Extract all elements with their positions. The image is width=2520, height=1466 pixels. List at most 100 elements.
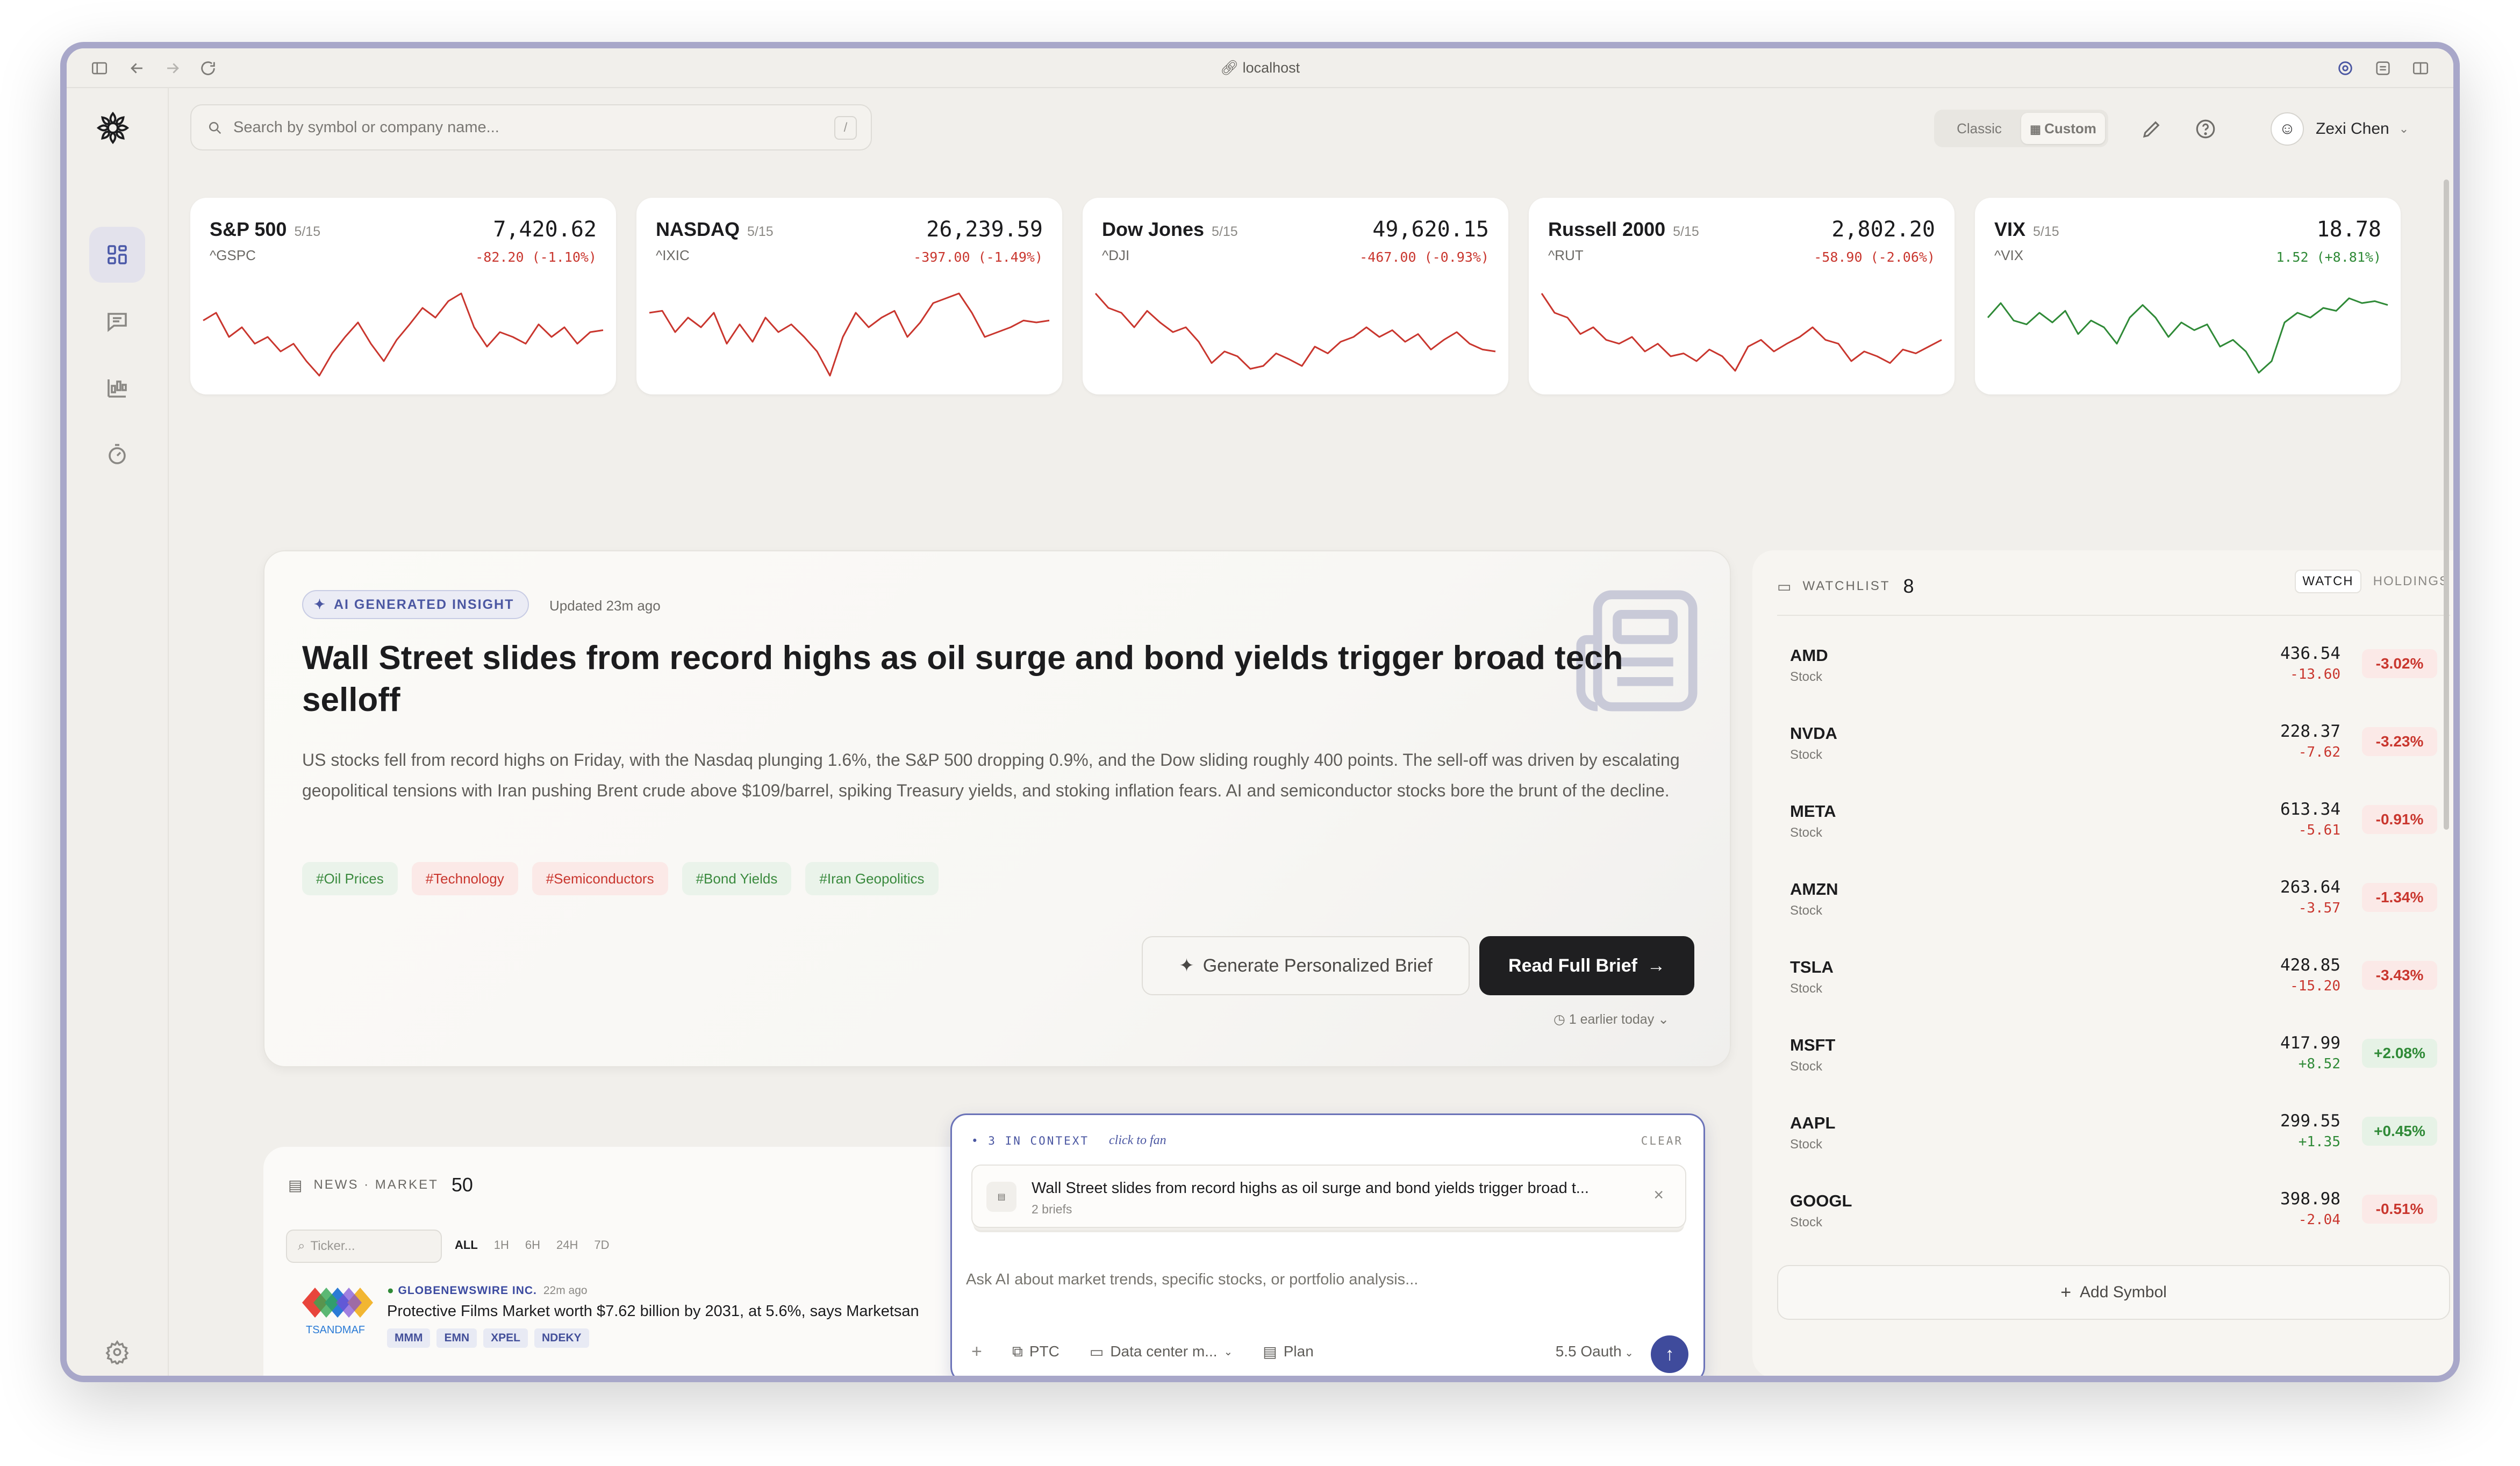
attach-button[interactable]: + [971,1341,982,1362]
nav-charts[interactable] [89,360,145,416]
clear-context-button[interactable]: CLEAR [1641,1134,1683,1147]
edit-icon[interactable] [2140,118,2163,140]
workspace-selector[interactable]: ▭ Data center m... ⌄ [1090,1343,1233,1361]
range-filter-6h[interactable]: 6H [525,1238,540,1252]
row-ticker: TSLA [1790,958,1834,976]
index-change: -397.00 (-1.49%) [913,249,1043,265]
row-ticker: META [1790,802,1836,821]
news-source-name: BENZINGA [398,1381,462,1382]
row-ticker: MSFT [1790,1036,1836,1054]
topic-tag[interactable]: #Oil Prices [302,862,398,895]
tab-watch[interactable]: WATCH [2295,570,2361,593]
nav-dashboard[interactable] [89,227,145,283]
ai-insight-card: ✦ AI GENERATED INSIGHT Updated 23m ago Wa… [263,550,1731,1067]
view-mode-classic[interactable]: Classic [1937,113,2021,144]
plan-mode-button[interactable]: ▤ Plan [1263,1343,1314,1361]
search-input[interactable]: Search by symbol or company name... / [190,104,872,150]
topic-tag[interactable]: #Technology [411,862,518,895]
row-percent-badge: -1.34% [2362,883,2437,912]
ticker-chip[interactable]: XPEL [483,1328,528,1348]
app-logo-icon[interactable] [94,109,132,147]
index-symbol: ^GSPC [210,247,256,263]
ticker-chip[interactable]: NDEKY [534,1328,589,1348]
nav-chat[interactable] [89,293,145,349]
index-price: 7,420.62 [493,217,597,242]
main-content: Search by symbol or company name... / Cl… [170,88,2453,1376]
view-mode-toggle[interactable]: Classic ▦ Custom [1934,110,2108,147]
range-filter-all[interactable]: ALL [455,1238,478,1252]
watchlist-row[interactable]: AAPL Stock 299.55 +1.35 +0.45% [1777,1093,2450,1171]
context-document-card[interactable]: ▤ Wall Street slides from record highs a… [971,1165,1686,1228]
watchlist-row[interactable]: META Stock 613.34 -5.61 -0.91% [1777,781,2450,859]
reader-icon[interactable] [2374,59,2392,77]
watchlist-row[interactable]: TSLA Stock 428.85 -15.20 -3.43% [1777,937,2450,1015]
read-full-brief-button[interactable]: Read Full Brief → [1479,936,1694,995]
row-price: 299.55 [2280,1111,2340,1131]
index-name: NASDAQ 5/15 [656,218,774,241]
index-card[interactable]: Dow Jones 5/15 ^DJI 49,620.15 -467.00 (-0.93… [1083,198,1508,394]
watchlist-row[interactable]: AMD Stock 436.54 -13.60 -3.02% [1777,626,2450,703]
watchlist-row[interactable]: AMZN Stock 263.64 -3.57 -1.34% [1777,859,2450,937]
index-sparkline [1541,293,1942,372]
range-filter-24h[interactable]: 24H [556,1238,578,1252]
ticker-filter-input[interactable]: ⌕ Ticker... [286,1230,442,1263]
index-name-label: VIX [1994,218,2026,240]
help-icon[interactable] [2194,118,2217,140]
nav-settings[interactable] [89,1324,145,1376]
watchlist-row[interactable]: NVDA Stock 228.37 -7.62 -3.23% [1777,703,2450,781]
news-headline[interactable]: Protective Films Market worth $7.62 bill… [387,1303,919,1320]
watchlist-row[interactable]: GOOGL Stock 398.98 -2.04 -0.51% [1777,1171,2450,1249]
ticker-chip[interactable]: EMN [436,1328,477,1348]
chevron-down-icon: ⌄ [1654,1012,1670,1027]
news-item[interactable]: BZ● BENZINGA32m agoIDenta Corp Reports i… [297,1378,1641,1382]
close-icon[interactable]: × [1653,1185,1664,1205]
search-icon: ⌕ [298,1239,305,1253]
tab-holdings[interactable]: HOLDINGS [2373,574,2449,589]
range-filter-7d[interactable]: 7D [594,1238,609,1252]
earlier-briefs-toggle[interactable]: ◷ 1 earlier today ⌄ [1553,1011,1669,1027]
topic-tag[interactable]: #Semiconductors [532,862,668,895]
add-symbol-button[interactable]: + Add Symbol [1777,1265,2450,1320]
watchlist-panel: ▭ WATCHLIST 8 WATCH HOLDINGS AMD Stock 436.5… [1752,550,2453,1376]
index-card[interactable]: NASDAQ 5/15 ^IXIC 26,239.59 -397.00 (-1.49%) [636,198,1062,394]
index-sparkline [649,292,1050,377]
ptc-tool-button[interactable]: ⧉ PTC [1012,1343,1059,1361]
user-menu[interactable]: ☺ Zexi Chen ⌄ [2271,109,2409,149]
row-percent-badge: -3.43% [2362,961,2437,990]
address-bar[interactable]: 🔗︎ localhost [67,59,2453,76]
news-count: 50 [451,1174,473,1196]
arrow-right-icon: → [1646,955,1665,976]
topic-tag[interactable]: #Bond Yields [682,862,792,895]
view-mode-custom[interactable]: ▦ Custom [2021,113,2105,144]
browser-window: 🔗︎ localhost Search by symbol or company… [60,42,2460,1382]
news-time: 32m ago [468,1381,512,1382]
model-selector[interactable]: 5.5 Oauth ⌄ [1556,1343,1634,1360]
index-card[interactable]: VIX 5/15 ^VIX 18.78 1.52 (+8.81%) [1975,198,2401,394]
generate-brief-button[interactable]: ✦ Generate Personalized Brief [1142,936,1470,995]
ticker-chip[interactable]: MMM [387,1328,431,1348]
chat-input[interactable]: Ask AI about market trends, specific sto… [966,1271,1418,1289]
extension-icon[interactable] [2336,59,2354,77]
row-kind: Stock [1790,1215,1823,1230]
index-price: 49,620.15 [1372,217,1489,242]
news-thumbnail: TSANDMAF [297,1281,374,1345]
row-change: +8.52 [2298,1056,2340,1072]
nav-timer[interactable] [89,427,145,483]
topic-tag[interactable]: #Iran Geopolitics [805,862,939,895]
send-button[interactable]: ↑ [1651,1335,1688,1373]
insight-body: US stocks fell from record highs on Frid… [302,750,1680,800]
row-kind: Stock [1790,1137,1823,1152]
sparkline-path [1094,293,1496,370]
fan-hint[interactable]: click to fan [1109,1133,1166,1148]
scrollbar[interactable] [2444,179,2449,830]
news-title: NEWS · MARKET [313,1177,439,1192]
index-card[interactable]: S&P 500 5/15 ^GSPC 7,420.62 -82.20 (-1.10%) [190,198,616,394]
watchlist-row[interactable]: MSFT Stock 417.99 +8.52 +2.08% [1777,1015,2450,1093]
index-card[interactable]: Russell 2000 5/15 ^RUT 2,802.20 -58.90 (-2.0… [1529,198,1955,394]
row-ticker: GOOGL [1790,1191,1852,1210]
timer-icon [109,444,126,464]
index-date: 5/15 [1673,224,1699,239]
split-view-icon[interactable] [2411,59,2430,77]
context-label: 3 IN CONTEXT [988,1134,1090,1147]
range-filter-1h[interactable]: 1H [494,1238,509,1252]
